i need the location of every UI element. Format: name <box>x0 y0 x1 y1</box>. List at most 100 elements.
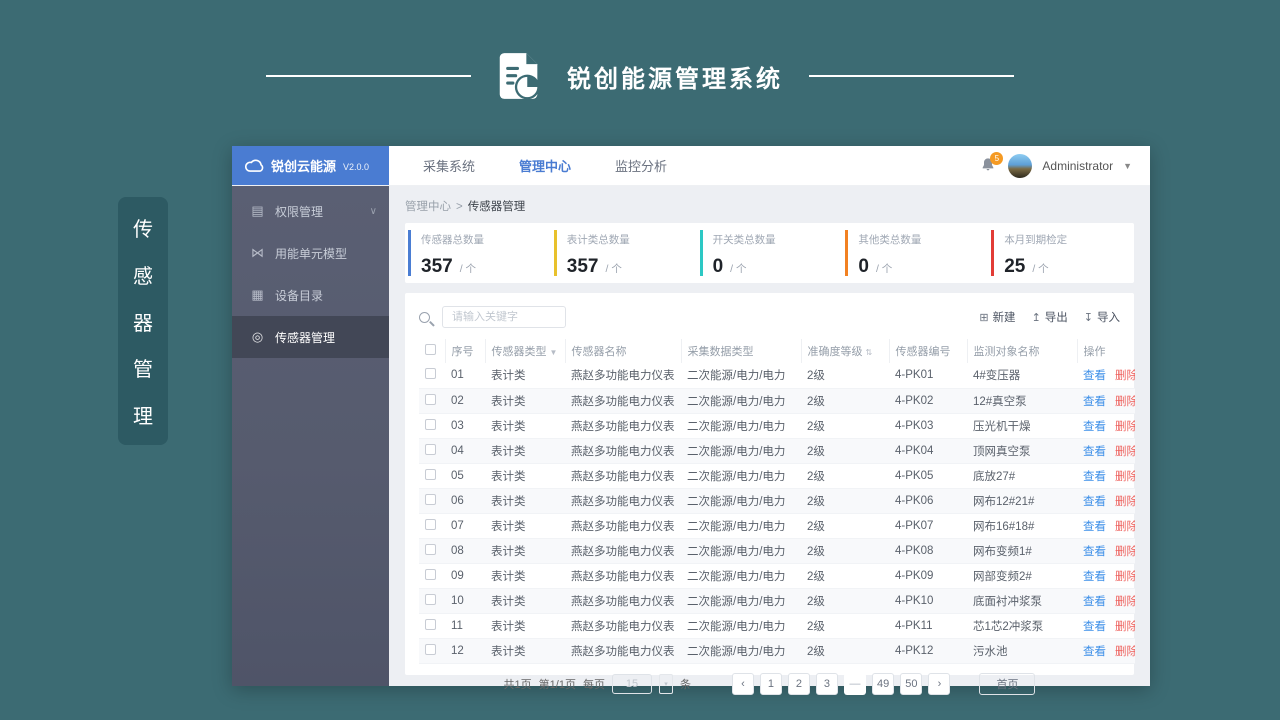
cell-no: 07 <box>445 513 485 539</box>
cell-code: 4-PK07 <box>889 513 967 539</box>
per-page-select[interactable]: 15 <box>611 673 652 694</box>
cell-no: 01 <box>445 363 485 389</box>
grid-icon: ▦ <box>251 287 264 302</box>
breadcrumb-parent[interactable]: 管理中心 <box>405 201 451 213</box>
delete-link[interactable]: 删除 <box>1115 546 1135 558</box>
delete-link[interactable]: 删除 <box>1115 396 1135 408</box>
export-button[interactable]: ↥ 导出 <box>1032 309 1068 325</box>
view-link[interactable]: 查看 <box>1083 646 1106 658</box>
sidebar-item-1[interactable]: ⋈ 用能单元模型 <box>232 232 389 274</box>
cell-name: 燕赵多功能电力仪表 <box>565 463 681 489</box>
banner: 锐创能源管理系统 <box>0 50 1280 102</box>
sidebar-item-0[interactable]: ▤ 权限管理 ∨ <box>232 190 389 232</box>
view-link[interactable]: 查看 <box>1083 446 1106 458</box>
sidebar-item-3[interactable]: ◎ 传感器管理 <box>232 316 389 358</box>
row-checkbox[interactable] <box>425 493 436 505</box>
per-page-stepper-icon[interactable]: ▾ <box>658 673 673 694</box>
cell-target: 底面衬冲浆泵 <box>967 588 1077 614</box>
row-checkbox[interactable] <box>425 393 436 405</box>
sidebar-item-2[interactable]: ▦ 设备目录 <box>232 274 389 316</box>
delete-link[interactable]: 删除 <box>1115 370 1135 382</box>
row-checkbox[interactable] <box>425 568 436 580</box>
sort-icon[interactable]: ⇅ <box>866 348 873 357</box>
row-checkbox[interactable] <box>425 618 436 630</box>
pager: ‹ 1 2 3—49 50 › <box>731 672 951 695</box>
first-page-button[interactable]: 首页 <box>979 672 1036 695</box>
view-link[interactable]: 查看 <box>1083 370 1106 382</box>
prev-page-button[interactable]: ‹ <box>731 672 754 695</box>
table-header-row: 序号 传感器类型 ▼ 传感器名称 采集数据类型 准确度等级 ⇅ 传感器编号 监测对象名称 操作 <box>419 339 1135 363</box>
page-button-50[interactable]: 50 <box>900 672 923 695</box>
row-checkbox[interactable] <box>425 593 436 605</box>
delete-link[interactable]: 删除 <box>1115 596 1135 608</box>
import-button[interactable]: ↧ 导入 <box>1084 309 1120 325</box>
delete-link[interactable]: 删除 <box>1115 646 1135 658</box>
delete-link[interactable]: 删除 <box>1115 621 1135 633</box>
cell-data-type: 二次能源/电力/电力 <box>681 388 801 414</box>
topnav-item[interactable]: 管理中心 <box>519 156 571 175</box>
cell-code: 4-PK03 <box>889 413 967 439</box>
view-link[interactable]: 查看 <box>1083 521 1106 533</box>
page-button-2[interactable]: 2 <box>787 672 810 695</box>
page-button-49[interactable]: 49 <box>871 672 895 695</box>
cell-data-type: 二次能源/电力/电力 <box>681 513 801 539</box>
cell-name: 燕赵多功能电力仪表 <box>565 413 681 439</box>
topbar: 锐创云能源 V2.0.0 采集系统 管理中心 监控分析 5 Administrato… <box>232 146 1150 186</box>
cell-type: 表计类 <box>485 513 565 539</box>
unit-label: 条 <box>679 678 691 691</box>
content: 管理中心 > 传感器管理 传感器总数量 357 / 个 表计类总数量 357 / 个… <box>389 186 1150 695</box>
view-link[interactable]: 查看 <box>1083 546 1106 558</box>
delete-link[interactable]: 删除 <box>1115 496 1135 508</box>
select-all-checkbox[interactable] <box>425 344 436 355</box>
page-ellipsis: — <box>843 672 866 695</box>
delete-link[interactable]: 删除 <box>1115 446 1135 458</box>
view-link[interactable]: 查看 <box>1083 396 1106 408</box>
filter-icon[interactable]: ▼ <box>550 348 558 357</box>
cell-code: 4-PK05 <box>889 463 967 489</box>
cell-name: 燕赵多功能电力仪表 <box>565 488 681 514</box>
delete-link[interactable]: 删除 <box>1115 571 1135 583</box>
search-icon[interactable] <box>419 311 430 323</box>
sensor-icon: ◎ <box>251 329 264 344</box>
column-header: 传感器类型 ▼ <box>484 339 565 363</box>
cell-target: 网部变频2# <box>967 563 1077 589</box>
delete-link[interactable]: 删除 <box>1115 521 1135 533</box>
cell-name: 燕赵多功能电力仪表 <box>565 613 681 639</box>
breadcrumb: 管理中心 > 传感器管理 <box>389 186 1150 223</box>
stat-value: 0 <box>712 256 724 277</box>
chevron-down-icon[interactable]: ▼ <box>1123 161 1132 171</box>
avatar[interactable] <box>1008 153 1033 178</box>
page-button-1[interactable]: 1 <box>759 672 782 695</box>
topnav-item[interactable]: 采集系统 <box>423 156 475 175</box>
row-checkbox[interactable] <box>425 443 436 455</box>
view-link[interactable]: 查看 <box>1083 596 1106 608</box>
topnav-item[interactable]: 监控分析 <box>615 156 667 175</box>
cell-no: 09 <box>445 563 485 589</box>
cell-accuracy: 2级 <box>801 638 889 664</box>
search-input[interactable] <box>442 306 566 328</box>
view-link[interactable]: 查看 <box>1083 621 1106 633</box>
table-toolbar: ⊞新建 ↥导出 ↧导入 <box>419 304 1120 330</box>
table-row: 03 表计类 燕赵多功能电力仪表 二次能源/电力/电力 2级 4-PK03 压光… <box>419 413 1135 439</box>
view-link[interactable]: 查看 <box>1083 471 1106 483</box>
view-link[interactable]: 查看 <box>1083 571 1106 583</box>
new-button[interactable]: ⊞ 新建 <box>979 309 1015 325</box>
row-checkbox[interactable] <box>425 518 436 530</box>
page-button-3[interactable]: 3 <box>815 672 838 695</box>
row-checkbox[interactable] <box>425 468 436 480</box>
cell-name: 燕赵多功能电力仪表 <box>565 563 681 589</box>
row-checkbox[interactable] <box>425 418 436 430</box>
side-tag-char: 器 <box>133 312 153 335</box>
cell-target: 网布变频1# <box>967 538 1077 564</box>
view-link[interactable]: 查看 <box>1083 421 1106 433</box>
app-version: V2.0.0 <box>343 161 370 172</box>
delete-link[interactable]: 删除 <box>1115 471 1135 483</box>
notification-bell-icon[interactable]: 5 <box>980 151 1004 175</box>
view-link[interactable]: 查看 <box>1083 496 1106 508</box>
next-page-button[interactable]: › <box>928 672 951 695</box>
row-checkbox[interactable] <box>425 543 436 555</box>
row-checkbox[interactable] <box>425 368 436 380</box>
cell-code: 4-PK04 <box>889 438 967 464</box>
delete-link[interactable]: 删除 <box>1115 421 1135 433</box>
row-checkbox[interactable] <box>425 643 436 655</box>
